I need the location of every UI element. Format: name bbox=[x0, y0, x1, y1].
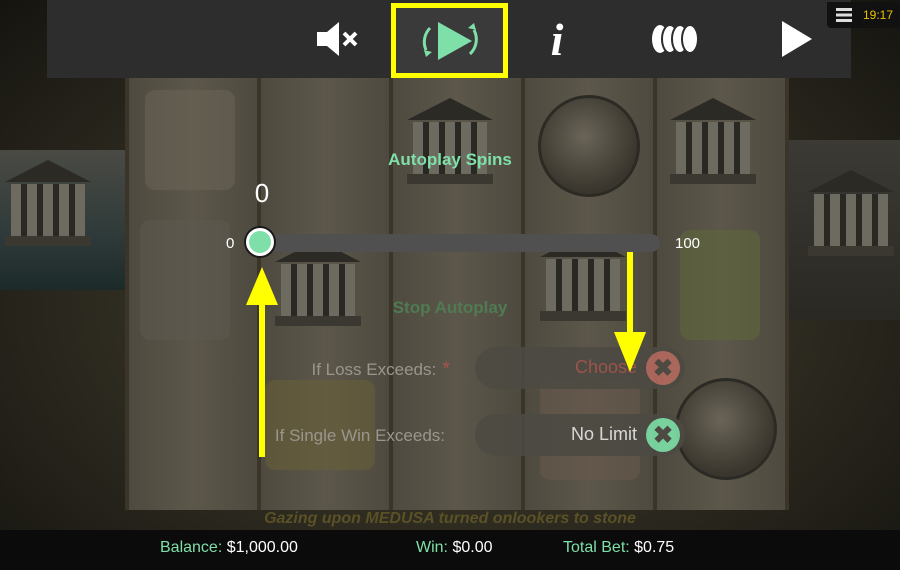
info-button[interactable]: i bbox=[537, 0, 577, 78]
medusa-coin-symbol bbox=[538, 95, 640, 197]
temple-symbol bbox=[407, 98, 493, 184]
autoplay-slider-track[interactable] bbox=[258, 234, 660, 252]
play-icon bbox=[782, 21, 812, 57]
win-display: Win: $0.00 bbox=[416, 539, 493, 557]
snake-symbol bbox=[140, 220, 230, 340]
single-win-limit-field[interactable]: No Limit ✖ bbox=[475, 414, 685, 456]
autoplay-title: Autoplay Spins bbox=[388, 150, 512, 169]
autoplay-count: 0 bbox=[254, 178, 270, 208]
temple-symbol bbox=[5, 160, 91, 246]
slider-min-label: 0 bbox=[226, 235, 235, 252]
autoplay-icon bbox=[422, 22, 478, 60]
balance-display: Balance: $1,000.00 bbox=[160, 539, 298, 557]
vase-symbol bbox=[145, 90, 235, 190]
stop-autoplay-title: Stop Autoplay bbox=[392, 298, 508, 317]
temple-symbol bbox=[808, 170, 894, 256]
loss-limit-label: If Loss Exceeds: * bbox=[311, 358, 450, 381]
top-toolbar: i bbox=[47, 0, 851, 78]
spin-button[interactable] bbox=[771, 0, 821, 78]
total-bet-label: Total Bet: bbox=[563, 539, 630, 556]
bet-button[interactable] bbox=[643, 0, 709, 78]
clock: 19:17 bbox=[863, 8, 894, 22]
slot-reels-background: Gazing upon MEDUSA turned onlookers to s… bbox=[0, 0, 900, 570]
total-bet-value: $0.75 bbox=[634, 539, 675, 556]
medusa-coin-symbol bbox=[675, 378, 777, 480]
menu-icon[interactable] bbox=[836, 8, 852, 22]
status-bar: 19:17 bbox=[827, 2, 900, 28]
up-arrow-annotation bbox=[246, 267, 278, 457]
info-icon: i bbox=[550, 13, 564, 65]
single-win-clear-icon[interactable]: ✖ bbox=[646, 418, 680, 452]
loss-limit-field[interactable]: Choose ✖ bbox=[475, 347, 685, 389]
loss-limit-clear-icon[interactable]: ✖ bbox=[646, 351, 680, 385]
balance-label: Balance: bbox=[160, 539, 223, 556]
balance-value: $1,000.00 bbox=[226, 539, 298, 556]
slider-max-label: 100 bbox=[675, 235, 701, 252]
single-win-limit-value: No Limit bbox=[570, 424, 637, 444]
mute-icon bbox=[317, 22, 358, 56]
total-bet-display: Total Bet: $0.75 bbox=[563, 539, 674, 557]
single-win-limit-label: If Single Win Exceeds: bbox=[274, 426, 445, 445]
mute-button[interactable] bbox=[309, 0, 367, 78]
temple-symbol bbox=[670, 98, 756, 184]
game-banner: Gazing upon MEDUSA turned onlookers to s… bbox=[264, 510, 636, 527]
loss-limit-text: If Loss Exceeds: bbox=[311, 360, 437, 379]
coins-icon bbox=[652, 24, 699, 54]
down-arrow-annotation bbox=[614, 252, 646, 372]
autoplay-slider-thumb[interactable] bbox=[246, 228, 274, 256]
autoplay-button[interactable] bbox=[391, 3, 508, 78]
win-label: Win: bbox=[416, 539, 448, 556]
helmet-symbol bbox=[265, 380, 375, 470]
required-marker: * bbox=[442, 358, 450, 380]
win-value: $0.00 bbox=[452, 539, 493, 556]
